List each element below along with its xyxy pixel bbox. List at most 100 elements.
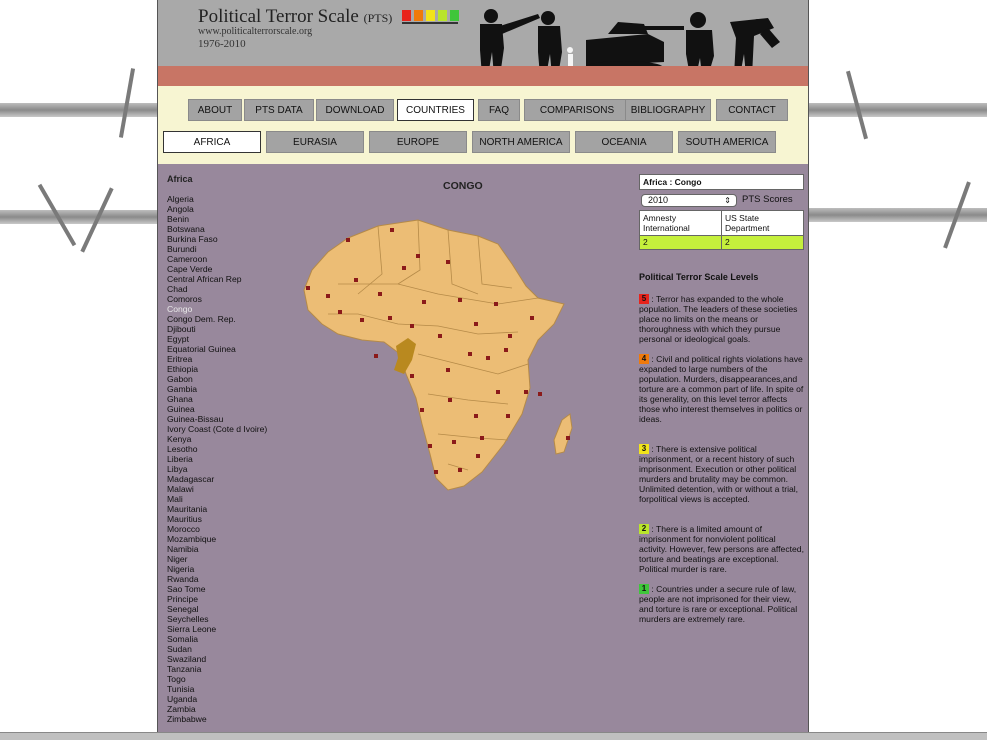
- capital-marker[interactable]: [410, 374, 414, 378]
- country-link[interactable]: Benin: [167, 214, 267, 224]
- capital-marker[interactable]: [420, 408, 424, 412]
- capital-marker[interactable]: [402, 266, 406, 270]
- country-link[interactable]: Burkina Faso: [167, 234, 267, 244]
- country-link[interactable]: Zambia: [167, 704, 267, 714]
- country-link[interactable]: Ghana: [167, 394, 267, 404]
- country-link[interactable]: Congo: [167, 304, 267, 314]
- tab-bibliography[interactable]: BIBLIOGRAPHY: [625, 99, 711, 121]
- region-tab-north-america[interactable]: NORTH AMERICA: [472, 131, 570, 153]
- capital-marker[interactable]: [494, 302, 498, 306]
- country-link[interactable]: Central African Rep: [167, 274, 267, 284]
- country-link[interactable]: Principe: [167, 594, 267, 604]
- country-link[interactable]: Mali: [167, 494, 267, 504]
- capital-marker[interactable]: [504, 348, 508, 352]
- country-link[interactable]: Cameroon: [167, 254, 267, 264]
- tab-comparisons[interactable]: COMPARISONS: [524, 99, 630, 121]
- capital-marker[interactable]: [438, 334, 442, 338]
- capital-marker[interactable]: [338, 310, 342, 314]
- country-link[interactable]: Morocco: [167, 524, 267, 534]
- capital-marker[interactable]: [422, 300, 426, 304]
- capital-marker[interactable]: [446, 368, 450, 372]
- country-link[interactable]: Sudan: [167, 644, 267, 654]
- capital-marker[interactable]: [390, 228, 394, 232]
- capital-marker[interactable]: [508, 334, 512, 338]
- capital-marker[interactable]: [530, 316, 534, 320]
- africa-map[interactable]: [298, 214, 618, 514]
- country-link[interactable]: Angola: [167, 204, 267, 214]
- tab-contact[interactable]: CONTACT: [716, 99, 788, 121]
- capital-marker[interactable]: [468, 352, 472, 356]
- capital-marker[interactable]: [346, 238, 350, 242]
- capital-marker[interactable]: [538, 392, 542, 396]
- region-tab-south-america[interactable]: SOUTH AMERICA: [678, 131, 776, 153]
- country-link[interactable]: Mauritania: [167, 504, 267, 514]
- country-link[interactable]: Namibia: [167, 544, 267, 554]
- country-link[interactable]: Equatorial Guinea: [167, 344, 267, 354]
- country-link[interactable]: Gabon: [167, 374, 267, 384]
- country-link[interactable]: Senegal: [167, 604, 267, 614]
- country-link[interactable]: Mozambique: [167, 534, 267, 544]
- year-select[interactable]: 2010 ⇕: [641, 194, 737, 207]
- country-link[interactable]: Chad: [167, 284, 267, 294]
- country-link[interactable]: Kenya: [167, 434, 267, 444]
- country-link[interactable]: Ethiopia: [167, 364, 267, 374]
- country-link[interactable]: Tunisia: [167, 684, 267, 694]
- capital-marker[interactable]: [326, 294, 330, 298]
- country-link[interactable]: Seychelles: [167, 614, 267, 624]
- region-tab-eurasia[interactable]: EURASIA: [266, 131, 364, 153]
- region-tab-africa[interactable]: AFRICA: [163, 131, 261, 153]
- country-link[interactable]: Congo Dem. Rep.: [167, 314, 267, 324]
- country-link[interactable]: Togo: [167, 674, 267, 684]
- country-link[interactable]: Ivory Coast (Cote d Ivoire): [167, 424, 267, 434]
- capital-marker[interactable]: [524, 390, 528, 394]
- region-tab-europe[interactable]: EUROPE: [369, 131, 467, 153]
- capital-marker[interactable]: [480, 436, 484, 440]
- tab-download[interactable]: DOWNLOAD: [316, 99, 394, 121]
- country-link[interactable]: Burundi: [167, 244, 267, 254]
- country-link[interactable]: Libya: [167, 464, 267, 474]
- capital-marker[interactable]: [474, 414, 478, 418]
- capital-marker[interactable]: [476, 454, 480, 458]
- country-link[interactable]: Liberia: [167, 454, 267, 464]
- country-link[interactable]: Swaziland: [167, 654, 267, 664]
- capital-marker[interactable]: [458, 298, 462, 302]
- capital-marker[interactable]: [446, 260, 450, 264]
- country-link[interactable]: Cape Verde: [167, 264, 267, 274]
- capital-marker[interactable]: [458, 468, 462, 472]
- country-link[interactable]: Sierra Leone: [167, 624, 267, 634]
- country-link[interactable]: Somalia: [167, 634, 267, 644]
- country-link[interactable]: Malawi: [167, 484, 267, 494]
- capital-marker[interactable]: [416, 254, 420, 258]
- capital-marker[interactable]: [374, 354, 378, 358]
- country-link[interactable]: Madagascar: [167, 474, 267, 484]
- country-link[interactable]: Niger: [167, 554, 267, 564]
- country-link[interactable]: Nigeria: [167, 564, 267, 574]
- capital-marker[interactable]: [452, 440, 456, 444]
- country-link[interactable]: Uganda: [167, 694, 267, 704]
- capital-marker[interactable]: [354, 278, 358, 282]
- capital-marker[interactable]: [378, 292, 382, 296]
- country-link[interactable]: Algeria: [167, 194, 267, 204]
- capital-marker[interactable]: [474, 322, 478, 326]
- country-link[interactable]: Gambia: [167, 384, 267, 394]
- site-title[interactable]: Political Terror Scale (PTS): [198, 6, 392, 28]
- country-link[interactable]: Rwanda: [167, 574, 267, 584]
- country-link[interactable]: Tanzania: [167, 664, 267, 674]
- capital-marker[interactable]: [486, 356, 490, 360]
- country-link[interactable]: Guinea: [167, 404, 267, 414]
- country-link[interactable]: Sao Tome: [167, 584, 267, 594]
- tab-faq[interactable]: FAQ: [478, 99, 520, 121]
- tab-countries[interactable]: COUNTRIES: [397, 99, 474, 121]
- tab-about[interactable]: ABOUT: [188, 99, 242, 121]
- country-link[interactable]: Mauritius: [167, 514, 267, 524]
- capital-marker[interactable]: [496, 390, 500, 394]
- capital-marker[interactable]: [360, 318, 364, 322]
- country-link[interactable]: Djibouti: [167, 324, 267, 334]
- capital-marker[interactable]: [448, 398, 452, 402]
- country-link[interactable]: Botswana: [167, 224, 267, 234]
- country-link[interactable]: Comoros: [167, 294, 267, 304]
- capital-marker[interactable]: [306, 286, 310, 290]
- capital-marker[interactable]: [410, 324, 414, 328]
- country-link[interactable]: Eritrea: [167, 354, 267, 364]
- capital-marker[interactable]: [434, 470, 438, 474]
